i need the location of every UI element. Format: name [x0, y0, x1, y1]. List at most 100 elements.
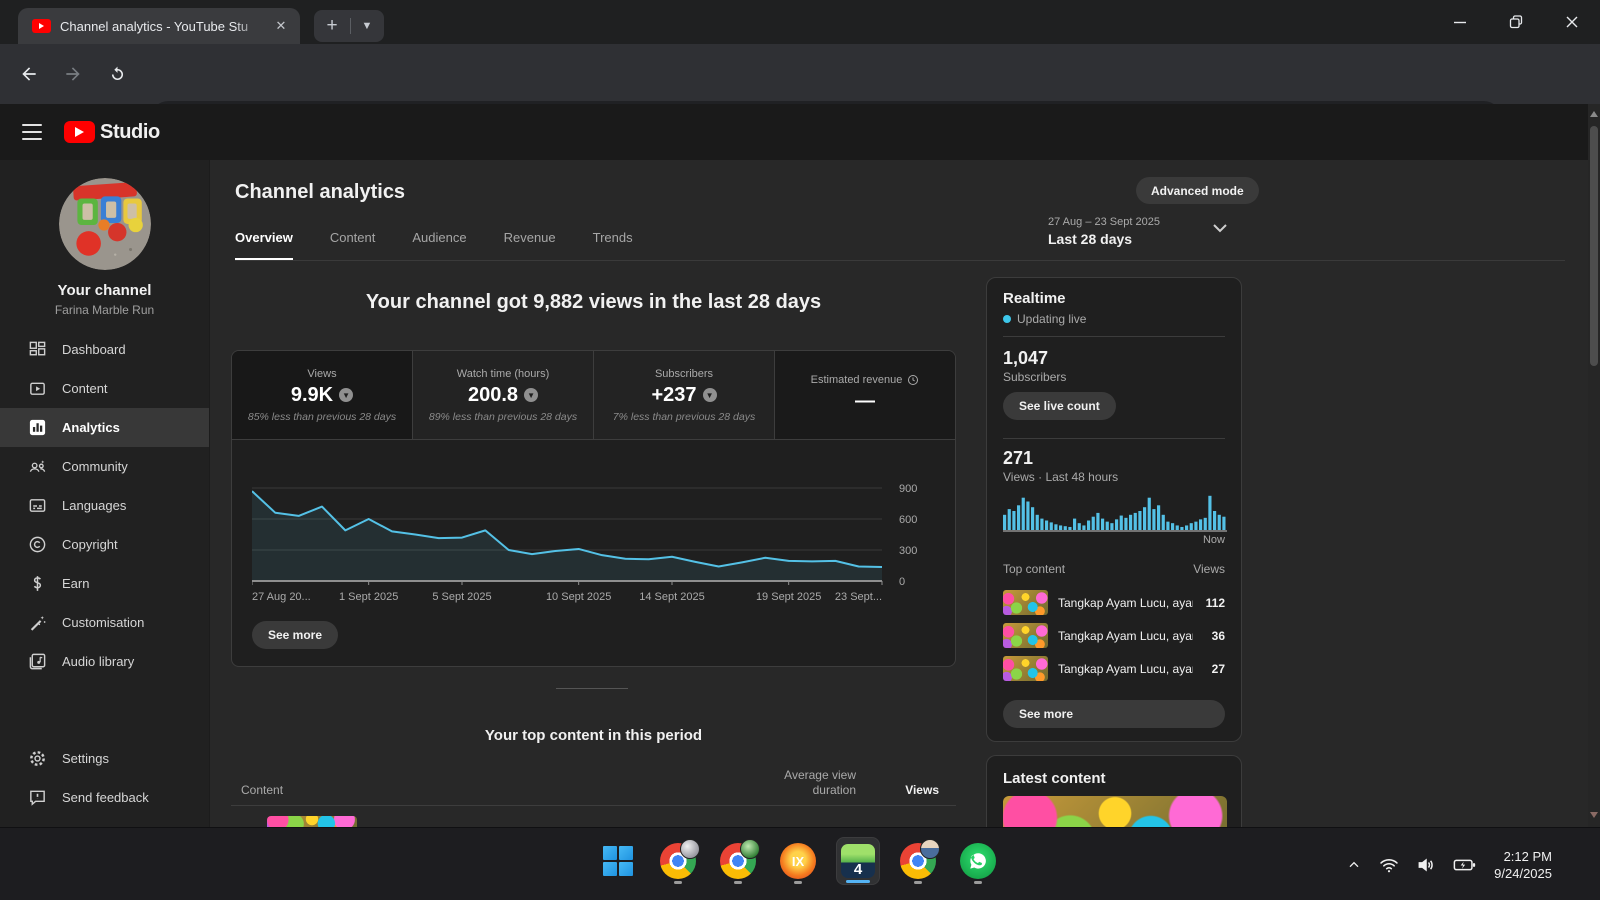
column-header-views[interactable]: Views — [886, 783, 939, 797]
battery-charging-icon[interactable] — [1453, 855, 1477, 875]
latest-content-thumbnail[interactable] — [1003, 796, 1227, 827]
tab-content[interactable]: Content — [330, 230, 376, 260]
tab-revenue[interactable]: Revenue — [504, 230, 556, 260]
chrome-icon — [900, 839, 940, 879]
views-line-chart[interactable]: 900 600 300 0 27 Aug 20... 1 Sept 2025 5 Sept … — [252, 456, 952, 611]
taskbar-ix-app[interactable]: IX — [776, 837, 820, 885]
whatsapp-icon — [960, 843, 996, 879]
section-divider — [556, 688, 628, 689]
top-content-row[interactable]: Tangkap Ayam Lucu, ayam ... 27 — [1003, 652, 1225, 685]
views-column-label: Views — [1193, 562, 1225, 576]
top-content-title: Your top content in this period — [484, 727, 703, 744]
sidebar-item-copyright[interactable]: Copyright — [0, 525, 209, 564]
latest-content-title: Latest content — [1003, 770, 1106, 787]
svg-text:1 Sept 2025: 1 Sept 2025 — [339, 591, 398, 603]
top-content-row[interactable]: Tangkap Ayam Lucu, ayam ... 112 — [1003, 586, 1225, 619]
metric-card-views[interactable]: Views 9.9K ▼ 85% less than previous 28 da… — [232, 351, 413, 439]
metric-card-subscribers[interactable]: Subscribers +237 ▼ 7% less than previous … — [594, 351, 775, 439]
svg-text:600: 600 — [899, 514, 917, 526]
taskbar-clock[interactable]: 2:12 PM 9/24/2025 — [1494, 848, 1552, 882]
column-header-content[interactable]: Content — [241, 783, 283, 797]
metric-card-estimated-revenue[interactable]: Estimated revenue — — [775, 351, 955, 439]
dollar-icon — [26, 574, 48, 594]
live-dot-icon — [1003, 315, 1011, 323]
sidebar-item-customisation[interactable]: Customisation — [0, 603, 209, 642]
tab-audience[interactable]: Audience — [412, 230, 466, 260]
latest-content-card: Latest content — [986, 755, 1242, 827]
profile-badge — [740, 839, 760, 859]
svg-text:300: 300 — [899, 545, 917, 557]
sidebar-item-settings[interactable]: Settings — [0, 739, 209, 778]
taskbar-chrome-profile-3[interactable] — [896, 837, 940, 885]
minimize-button[interactable] — [1432, 0, 1488, 44]
video-thumbnail — [1003, 656, 1048, 681]
advanced-mode-button[interactable]: Advanced mode — [1136, 177, 1259, 204]
hamburger-menu-icon[interactable] — [22, 124, 42, 140]
sidebar-item-analytics[interactable]: Analytics — [0, 408, 209, 447]
back-icon[interactable] — [12, 57, 46, 91]
svg-text:23 Sept...: 23 Sept... — [835, 591, 882, 603]
tab-close-icon[interactable]: ✕ — [272, 17, 290, 35]
scroll-up-arrow-icon[interactable] — [1590, 111, 1598, 117]
taskbar-whatsapp[interactable] — [956, 837, 1000, 885]
audio-library-icon — [26, 652, 48, 672]
restore-button[interactable] — [1488, 0, 1544, 44]
svg-text:10 Sept 2025: 10 Sept 2025 — [546, 591, 611, 603]
settings-gear-icon — [26, 749, 48, 769]
sidebar-item-earn[interactable]: Earn — [0, 564, 209, 603]
youtube-favicon-icon — [32, 19, 51, 33]
scrollbar-thumb[interactable] — [1590, 126, 1598, 366]
send-feedback-icon — [26, 788, 48, 808]
windows-logo-icon — [603, 846, 633, 876]
analytics-summary-card: Views 9.9K ▼ 85% less than previous 28 da… — [231, 350, 956, 667]
metric-card-watch-time[interactable]: Watch time (hours) 200.8 ▼ 89% less than … — [413, 351, 594, 439]
browser-tab[interactable]: Channel analytics - YouTube Stu ✕ — [18, 8, 300, 44]
scroll-down-arrow-icon[interactable] — [1590, 812, 1598, 818]
views-headline: Your channel got 9,882 views in the last… — [365, 291, 822, 313]
table-row-thumbnail-partial — [267, 816, 357, 827]
start-button[interactable] — [596, 837, 640, 885]
analytics-icon — [26, 418, 48, 438]
ix-app-icon: IX — [780, 843, 816, 879]
tray-chevron-up-icon[interactable] — [1346, 857, 1362, 873]
realtime-see-more-button[interactable]: See more — [1003, 700, 1225, 728]
chrome-icon — [720, 839, 760, 879]
new-tab-button[interactable]: + — [314, 11, 350, 41]
sidebar-item-audio-library[interactable]: Audio library — [0, 642, 209, 681]
see-live-count-button[interactable]: See live count — [1003, 392, 1116, 420]
languages-subtitles-icon — [26, 496, 48, 516]
column-header-avg-view-duration[interactable]: Average view duration — [766, 768, 856, 798]
forward-icon[interactable] — [56, 57, 90, 91]
tab-search-chevron-icon[interactable]: ▼ — [351, 20, 383, 32]
customisation-wand-icon — [26, 613, 48, 633]
see-more-button[interactable]: See more — [252, 621, 339, 649]
tab-overview[interactable]: Overview — [235, 230, 293, 260]
top-content-row[interactable]: Tangkap Ayam Lucu, ayam ... 36 — [1003, 619, 1225, 652]
page-scrollbar[interactable] — [1588, 104, 1600, 827]
sidebar-item-send-feedback[interactable]: Send feedback — [0, 778, 209, 817]
volume-icon[interactable] — [1416, 855, 1436, 875]
youtube-studio-logo[interactable]: Studio — [64, 121, 160, 144]
close-button[interactable] — [1544, 0, 1600, 44]
channel-avatar[interactable] — [59, 178, 151, 270]
wifi-icon[interactable] — [1379, 855, 1399, 875]
dashboard-icon — [26, 340, 48, 360]
svg-text:0: 0 — [899, 576, 905, 588]
taskbar-chrome-profile-1[interactable] — [656, 837, 700, 885]
sidebar-item-community[interactable]: Community — [0, 447, 209, 486]
tab-trends[interactable]: Trends — [593, 230, 633, 260]
svg-text:5 Sept 2025: 5 Sept 2025 — [432, 591, 491, 603]
taskbar-chrome-profile-2[interactable] — [716, 837, 760, 885]
sidebar-item-dashboard[interactable]: Dashboard — [0, 330, 209, 369]
studio-sidebar: Your channel Farina Marble Run Dashboard… — [0, 160, 209, 827]
sidebar-item-languages[interactable]: Languages — [0, 486, 209, 525]
trend-down-icon: ▼ — [702, 388, 717, 402]
video-thumbnail — [1003, 623, 1048, 648]
page-title: Channel analytics — [235, 181, 406, 203]
realtime-title: Realtime — [1003, 290, 1066, 307]
reload-icon[interactable] — [100, 57, 134, 91]
taskbar-active-app[interactable]: 4 — [836, 837, 880, 885]
realtime-bar-chart[interactable] — [1003, 488, 1227, 534]
table-header-divider — [231, 805, 956, 806]
sidebar-item-content[interactable]: Content — [0, 369, 209, 408]
